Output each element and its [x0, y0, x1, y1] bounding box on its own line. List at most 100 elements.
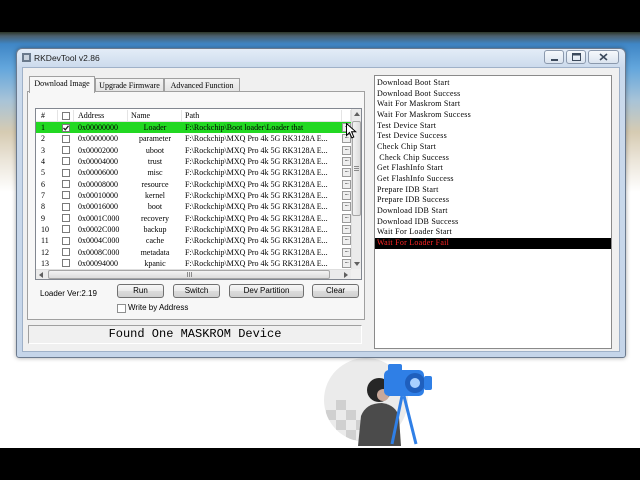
row-browse-button[interactable]: ...	[342, 236, 351, 246]
row-address[interactable]: 0x00002000	[74, 145, 128, 156]
partition-table[interactable]: # Address Name Path 1 0x00000000 Loader F:\…	[35, 108, 362, 280]
table-row[interactable]: 10 0x0002C000 backup F:\Rockchip\MXQ Pro 4k…	[36, 224, 351, 235]
horizontal-scroll-thumb[interactable]	[48, 270, 330, 279]
close-button[interactable]	[588, 50, 619, 64]
row-address[interactable]: 0x00004000	[74, 156, 128, 167]
row-browse-button[interactable]: ...	[342, 224, 351, 234]
row-checkbox[interactable]	[62, 259, 70, 268]
row-checkbox[interactable]	[62, 225, 70, 234]
row-path[interactable]: F:\Rockchip\MXQ Pro 4k 5G RK3128A E...	[182, 235, 342, 246]
log-panel[interactable]: Download Boot Start Download Boot Success…	[374, 75, 612, 349]
select-all-checkbox[interactable]	[62, 111, 70, 120]
row-checkbox[interactable]	[62, 236, 70, 245]
row-checkbox[interactable]	[62, 168, 70, 177]
clear-button[interactable]: Clear	[312, 284, 359, 298]
scroll-down-button[interactable]	[352, 259, 361, 269]
row-browse-button[interactable]: ...	[342, 156, 351, 166]
write-by-address-checkbox[interactable]	[117, 304, 126, 313]
row-checkbox-cell[interactable]	[58, 190, 74, 201]
table-row[interactable]: 13 0x00094000 kpanic F:\Rockchip\MXQ Pro 4k…	[36, 258, 351, 269]
scroll-left-button[interactable]	[36, 270, 46, 279]
table-row[interactable]: 12 0x0008C000 metadata F:\Rockchip\MXQ Pro …	[36, 247, 351, 258]
row-checkbox-cell[interactable]	[58, 133, 74, 144]
horizontal-scrollbar[interactable]	[36, 269, 351, 279]
row-checkbox-cell[interactable]	[58, 224, 74, 235]
row-address[interactable]: 0x00000000	[74, 122, 128, 133]
scroll-right-button[interactable]	[341, 270, 351, 279]
row-path[interactable]: F:\Rockchip\MXQ Pro 4k 5G RK3128A E...	[182, 179, 342, 190]
row-browse-button[interactable]: ...	[342, 258, 351, 268]
row-path[interactable]: F:\Rockchip\MXQ Pro 4k 5G RK3128A E...	[182, 190, 342, 201]
row-browse-button[interactable]: ...	[342, 213, 351, 223]
row-name[interactable]: metadata	[128, 247, 182, 258]
row-checkbox[interactable]	[62, 146, 70, 155]
row-path[interactable]: F:\Rockchip\MXQ Pro 4k 5G RK3128A E...	[182, 201, 342, 212]
run-button[interactable]: Run	[117, 284, 164, 298]
row-address[interactable]: 0x00006000	[74, 167, 128, 178]
row-name[interactable]: boot	[128, 201, 182, 212]
table-row[interactable]: 7 0x00010000 kernel F:\Rockchip\MXQ Pro 4k …	[36, 190, 351, 201]
table-row[interactable]: 2 0x00000000 parameter F:\Rockchip\MXQ Pro …	[36, 133, 351, 144]
dev-partition-button[interactable]: Dev Partition	[229, 284, 304, 298]
row-checkbox-cell[interactable]	[58, 156, 74, 167]
table-row[interactable]: 6 0x00008000 resource F:\Rockchip\MXQ Pro 4…	[36, 179, 351, 190]
scroll-up-button[interactable]	[352, 109, 361, 119]
rkdevtool-window[interactable]: RKDevTool v2.86 Download Image Upgrade F…	[16, 48, 626, 358]
row-path[interactable]: F:\Rockchip\MXQ Pro 4k 5G RK3128A E...	[182, 258, 342, 269]
row-checkbox-cell[interactable]	[58, 258, 74, 269]
tab-download-image[interactable]: Download Image	[29, 76, 95, 93]
row-checkbox-cell[interactable]	[58, 235, 74, 246]
row-address[interactable]: 0x00016000	[74, 201, 128, 212]
title-bar[interactable]: RKDevTool v2.86	[17, 49, 625, 67]
row-name[interactable]: recovery	[128, 213, 182, 224]
row-checkbox[interactable]	[62, 214, 70, 223]
row-address[interactable]: 0x00008000	[74, 179, 128, 190]
row-checkbox[interactable]	[62, 248, 70, 257]
row-browse-button[interactable]: ...	[342, 145, 351, 155]
row-name[interactable]: Loader	[128, 122, 182, 133]
table-row[interactable]: 4 0x00004000 trust F:\Rockchip\MXQ Pro 4k 5…	[36, 156, 351, 167]
column-header-checkbox[interactable]	[58, 110, 74, 121]
row-address[interactable]: 0x00010000	[74, 190, 128, 201]
row-address[interactable]: 0x0001C000	[74, 213, 128, 224]
tab-advanced-function[interactable]: Advanced Function	[164, 78, 240, 92]
table-row[interactable]: 8 0x00016000 boot F:\Rockchip\MXQ Pro 4k 5G…	[36, 201, 351, 212]
row-browse-button[interactable]: ...	[342, 202, 351, 212]
table-row[interactable]: 9 0x0001C000 recovery F:\Rockchip\MXQ Pro 4…	[36, 213, 351, 224]
row-checkbox-cell[interactable]	[58, 167, 74, 178]
row-address[interactable]: 0x00000000	[74, 133, 128, 144]
row-name[interactable]: kernel	[128, 190, 182, 201]
row-name[interactable]: parameter	[128, 133, 182, 144]
row-browse-button[interactable]: ...	[342, 190, 351, 200]
row-address[interactable]: 0x0002C000	[74, 224, 128, 235]
row-checkbox-cell[interactable]	[58, 213, 74, 224]
row-path[interactable]: F:\Rockchip\Boot loader\Loader that	[182, 122, 342, 133]
row-address[interactable]: 0x0008C000	[74, 247, 128, 258]
row-address[interactable]: 0x00094000	[74, 258, 128, 269]
row-name[interactable]: trust	[128, 156, 182, 167]
row-name[interactable]: backup	[128, 224, 182, 235]
row-browse-button[interactable]: ...	[342, 247, 351, 257]
table-row[interactable]: 1 0x00000000 Loader F:\Rockchip\Boot loader…	[36, 122, 351, 134]
column-header-name[interactable]: Name	[128, 110, 182, 121]
row-name[interactable]: uboot	[128, 145, 182, 156]
row-checkbox[interactable]	[62, 134, 70, 143]
row-path[interactable]: F:\Rockchip\MXQ Pro 4k 5G RK3128A E...	[182, 156, 342, 167]
row-checkbox-cell[interactable]	[58, 201, 74, 212]
row-checkbox-cell[interactable]	[58, 145, 74, 156]
maximize-button[interactable]	[566, 50, 586, 64]
row-checkbox[interactable]	[62, 191, 70, 200]
row-checkbox[interactable]	[62, 202, 70, 211]
switch-button[interactable]: Switch	[173, 284, 220, 298]
row-checkbox[interactable]	[62, 180, 70, 189]
table-row[interactable]: 11 0x0004C000 cache F:\Rockchip\MXQ Pro 4k …	[36, 235, 351, 246]
row-checkbox[interactable]	[62, 123, 70, 132]
row-checkbox-cell[interactable]	[58, 247, 74, 258]
row-name[interactable]: cache	[128, 235, 182, 246]
write-by-address-label[interactable]: Write by Address	[128, 303, 188, 313]
row-checkbox-cell[interactable]	[58, 179, 74, 190]
row-path[interactable]: F:\Rockchip\MXQ Pro 4k 5G RK3128A E...	[182, 213, 342, 224]
table-row[interactable]: 3 0x00002000 uboot F:\Rockchip\MXQ Pro 4k 5…	[36, 145, 351, 156]
row-path[interactable]: F:\Rockchip\MXQ Pro 4k 5G RK3128A E...	[182, 247, 342, 258]
row-name[interactable]: resource	[128, 179, 182, 190]
